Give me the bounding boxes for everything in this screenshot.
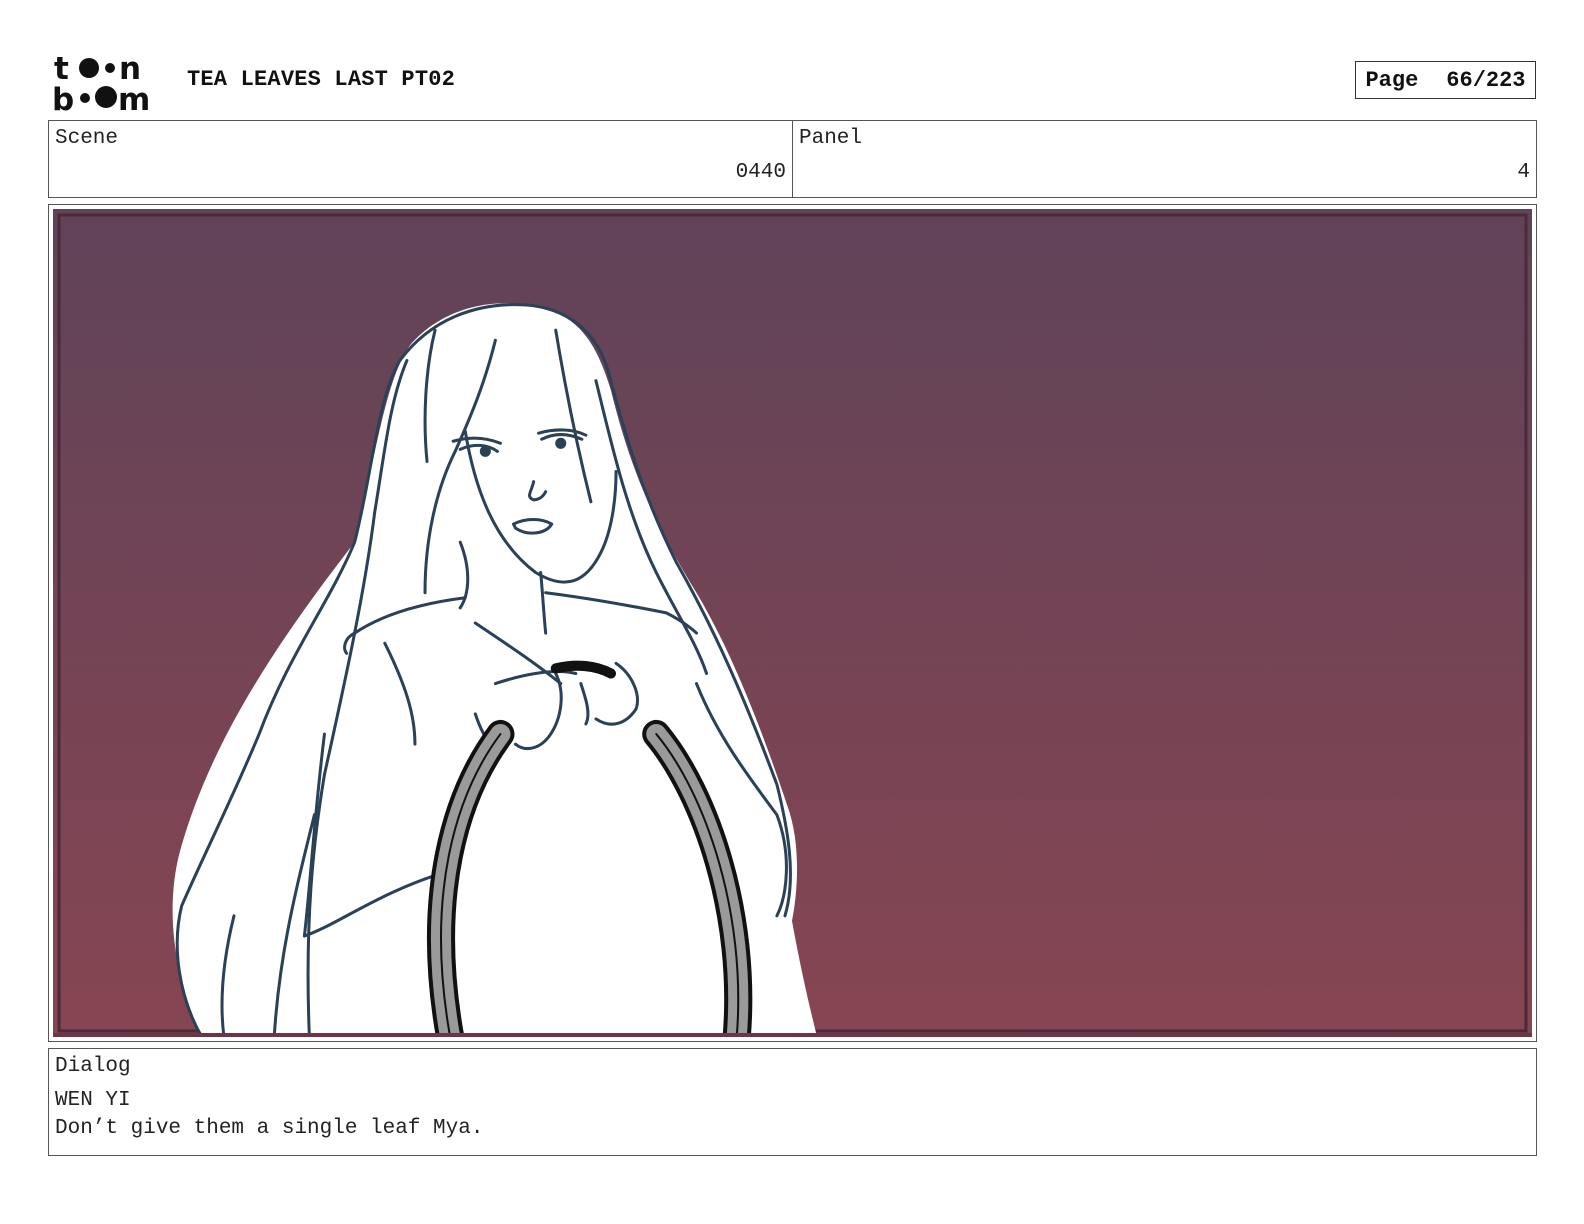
dialog-box: Dialog WEN YI Don’t give them a single l… (48, 1048, 1537, 1156)
scene-cell: Scene 0440 (49, 121, 792, 197)
toon-boom-logo: t n b m (52, 50, 164, 118)
page-number: 66/223 (1446, 67, 1526, 93)
dialog-label: Dialog (55, 1055, 131, 1078)
dialog-line: Don’t give them a single leaf Mya. (55, 1117, 484, 1140)
panel-cell: Panel 4 (792, 121, 1536, 197)
storyboard-panel-frame (48, 204, 1537, 1042)
dialog-speaker: WEN YI (55, 1089, 131, 1112)
panel-number: 4 (1517, 161, 1530, 184)
scene-number: 0440 (735, 161, 786, 184)
page-indicator: Page 66/223 (1355, 61, 1536, 99)
document-title: TEA LEAVES LAST PT02 (187, 67, 456, 92)
scene-panel-row: Scene 0440 Panel 4 (48, 120, 1537, 198)
svg-text:m: m (118, 82, 150, 112)
page-label: Page (1365, 67, 1419, 93)
svg-text:b: b (52, 82, 74, 112)
scene-label: Scene (55, 127, 119, 150)
storyboard-drawing (53, 209, 1532, 1037)
panel-label: Panel (799, 127, 863, 150)
